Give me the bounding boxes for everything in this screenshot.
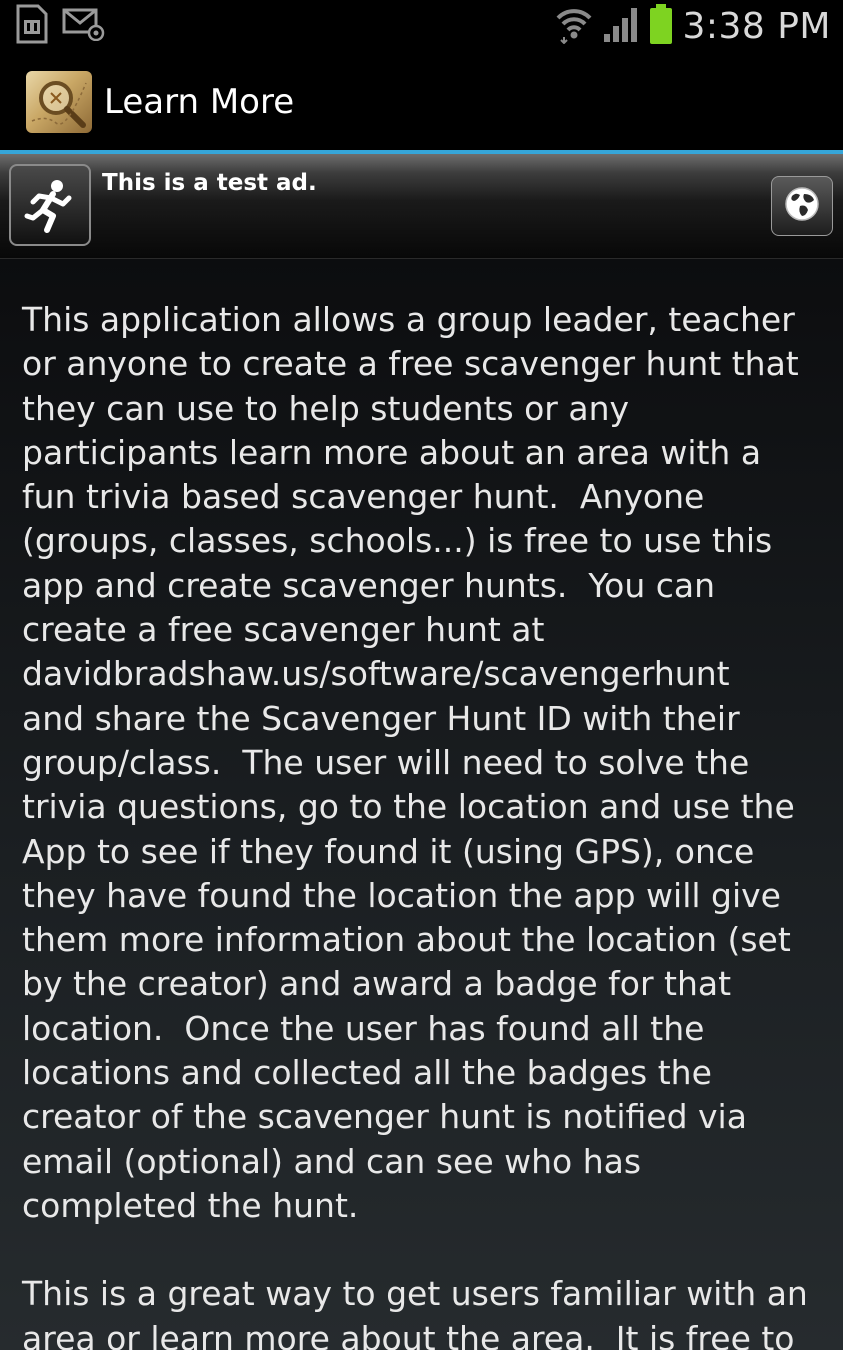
page-title: Learn More [104, 82, 295, 122]
running-person-icon[interactable] [9, 164, 91, 246]
ad-banner[interactable]: This is a test ad. [0, 154, 843, 259]
screen: 3:38 PM Learn More This is a test ad. Th… [0, 0, 843, 1350]
action-bar: Learn More [0, 52, 843, 150]
email-notification-icon [62, 7, 106, 45]
status-time: 3:38 PM [682, 5, 831, 47]
battery-icon [648, 3, 674, 49]
status-right-icons: 3:38 PM [554, 4, 831, 48]
signal-icon [602, 4, 640, 48]
ad-open-button[interactable] [771, 176, 833, 236]
learn-more-content[interactable]: This application allows a group leader, … [0, 259, 843, 1350]
wifi-icon [554, 4, 594, 48]
status-left-icons [14, 4, 106, 48]
description-paragraph: This is a great way to get users familia… [22, 1274, 808, 1350]
description-paragraph: This application allows a group leader, … [22, 300, 799, 1225]
scavenger-hunt-app-icon[interactable] [26, 71, 92, 133]
globe-icon [782, 184, 822, 228]
status-bar: 3:38 PM [0, 0, 843, 52]
ad-text[interactable]: This is a test ad. [102, 170, 317, 196]
sd-card-icon [14, 4, 50, 48]
